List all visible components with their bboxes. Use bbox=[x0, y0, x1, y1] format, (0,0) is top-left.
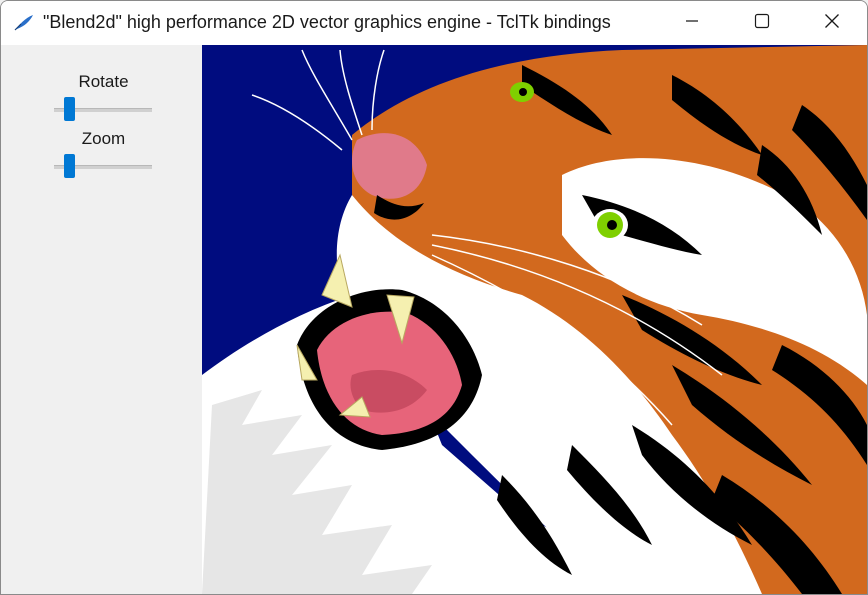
zoom-slider-thumb[interactable] bbox=[64, 154, 75, 178]
title-bar[interactable]: "Blend2d" high performance 2D vector gra… bbox=[1, 1, 867, 45]
zoom-label: Zoom bbox=[81, 129, 126, 148]
render-canvas[interactable] bbox=[202, 45, 867, 594]
window-title: "Blend2d" high performance 2D vector gra… bbox=[43, 12, 611, 32]
maximize-icon bbox=[754, 13, 770, 34]
rotate-slider-thumb[interactable] bbox=[64, 97, 75, 121]
rotate-slider[interactable] bbox=[54, 97, 152, 121]
rotate-label: Rotate bbox=[78, 72, 129, 91]
zoom-slider[interactable] bbox=[54, 154, 152, 178]
maximize-button[interactable] bbox=[727, 1, 797, 45]
tiger-illustration bbox=[202, 45, 867, 594]
app-window: "Blend2d" high performance 2D vector gra… bbox=[0, 0, 868, 595]
minimize-icon bbox=[684, 13, 700, 34]
control-panel: Rotate Zoom bbox=[1, 45, 202, 594]
close-icon bbox=[824, 13, 840, 34]
close-button[interactable] bbox=[797, 1, 867, 45]
minimize-button[interactable] bbox=[657, 1, 727, 45]
feather-pen-icon bbox=[13, 13, 35, 33]
